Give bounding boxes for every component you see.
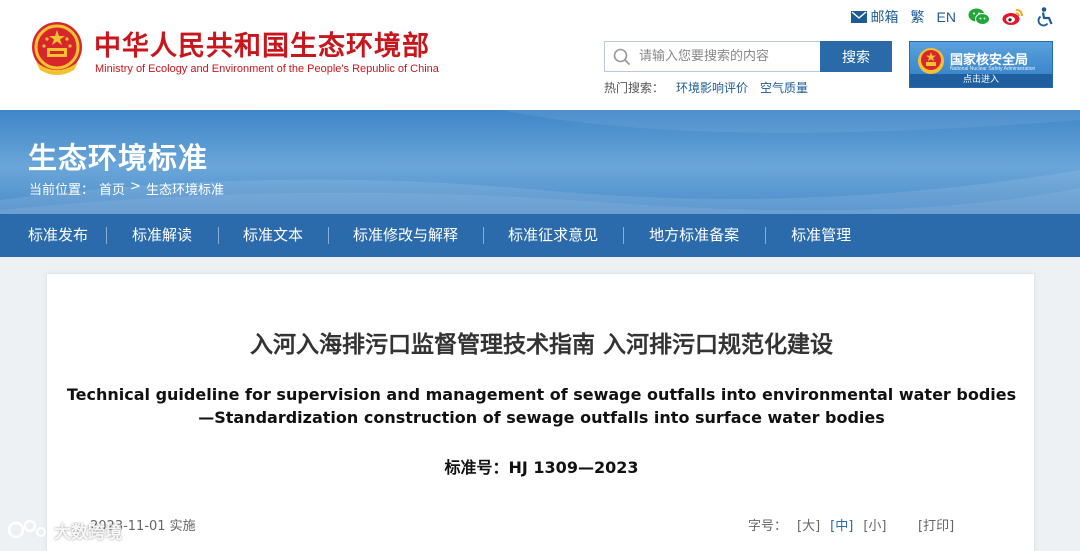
font-size-small-button[interactable]: [小] [863, 515, 886, 534]
section-banner: 生态环境标准 当前位置： 首页 > 生态环境标准 [0, 110, 1080, 214]
search-input[interactable] [639, 49, 815, 64]
nnsa-link-button[interactable]: 国家核安全局 National Nuclear Safety Administr… [909, 41, 1053, 88]
mail-label: 邮箱 [870, 9, 899, 25]
weibo-icon [1002, 9, 1023, 25]
search-icon [605, 48, 639, 66]
national-emblem-icon[interactable] [28, 20, 86, 80]
wechat-icon [968, 8, 990, 25]
wechat-link[interactable] [968, 8, 990, 26]
standard-number: 标准号：HJ 1309—2023 [444, 458, 639, 477]
search-box [604, 41, 821, 72]
hot-search-item[interactable]: 环境影响评价 [676, 79, 748, 96]
nnsa-name-en: National Nuclear Safety Administration [950, 66, 1036, 72]
document-title-en-line2: —Standardization construction of sewage … [198, 408, 885, 427]
accessibility-link[interactable] [1036, 7, 1054, 27]
font-size-switcher: 字号： [大] [中] [小] [748, 515, 886, 534]
tab-standard-release[interactable]: 标准发布 [10, 214, 106, 257]
document-title-en-line1: Technical guideline for supervision and … [66, 385, 1017, 404]
font-size-label: 字号： [748, 519, 788, 534]
search-button[interactable]: 搜索 [820, 41, 892, 72]
font-size-medium-button[interactable]: [中] [830, 515, 853, 534]
tab-standard-management[interactable]: 标准管理 [765, 214, 877, 257]
watermark: 大数跨境 [6, 517, 122, 543]
tab-standard-text[interactable]: 标准文本 [218, 214, 328, 257]
document-title-en: Technical guideline for supervision and … [47, 383, 1036, 429]
breadcrumb-label: 当前位置： [29, 183, 95, 198]
english-link[interactable]: EN [937, 9, 956, 25]
breadcrumb-current[interactable]: 生态环境标准 [146, 179, 224, 198]
print-button[interactable]: [打印] [918, 515, 954, 534]
section-nav: 标准发布 标准解读 标准文本 标准修改与解释 标准征求意见 地方标准备案 标准管… [0, 214, 1080, 257]
national-emblem-icon [918, 48, 944, 74]
watermark-logo-icon [7, 519, 46, 539]
hot-search: 热门搜索： 环境影响评价 空气质量 [604, 79, 808, 96]
tab-standard-interpretation[interactable]: 标准解读 [106, 214, 218, 257]
hot-search-item[interactable]: 空气质量 [760, 79, 808, 96]
ministry-name-en: Ministry of Ecology and Environment of t… [95, 63, 439, 75]
watermark-text: 大数跨境 [54, 522, 122, 543]
document-title-cn: 入河入海排污口监督管理技术指南 入河排污口规范化建设 [249, 332, 833, 358]
tab-standard-consultation[interactable]: 标准征求意见 [483, 214, 623, 257]
document-card: 入河入海排污口监督管理技术指南 入河排污口规范化建设 Technical gui… [46, 273, 1035, 551]
tab-standard-amendment[interactable]: 标准修改与解释 [328, 214, 483, 257]
top-links: 邮箱 繁 EN [850, 6, 1054, 28]
font-size-large-button[interactable]: [大] [797, 515, 820, 534]
breadcrumb-separator: > [130, 179, 141, 194]
tab-local-standard-filing[interactable]: 地方标准备案 [623, 214, 765, 257]
traditional-chinese-link[interactable]: 繁 [911, 7, 925, 27]
accessibility-icon [1037, 7, 1053, 27]
weibo-link[interactable] [1002, 8, 1024, 26]
breadcrumb-home[interactable]: 首页 [99, 179, 125, 198]
breadcrumb: 当前位置： 首页 > 生态环境标准 [29, 179, 224, 198]
nnsa-enter-label: 点击进入 [910, 74, 1052, 87]
ministry-name-cn[interactable]: 中华人民共和国生态环境部 [94, 24, 430, 63]
page-title: 生态环境标准 [28, 141, 209, 175]
site-header: 中华人民共和国生态环境部 Ministry of Ecology and Env… [0, 0, 1080, 110]
mail-icon [850, 11, 867, 23]
mail-link[interactable]: 邮箱 [850, 7, 899, 27]
hot-search-label: 热门搜索： [604, 81, 665, 95]
